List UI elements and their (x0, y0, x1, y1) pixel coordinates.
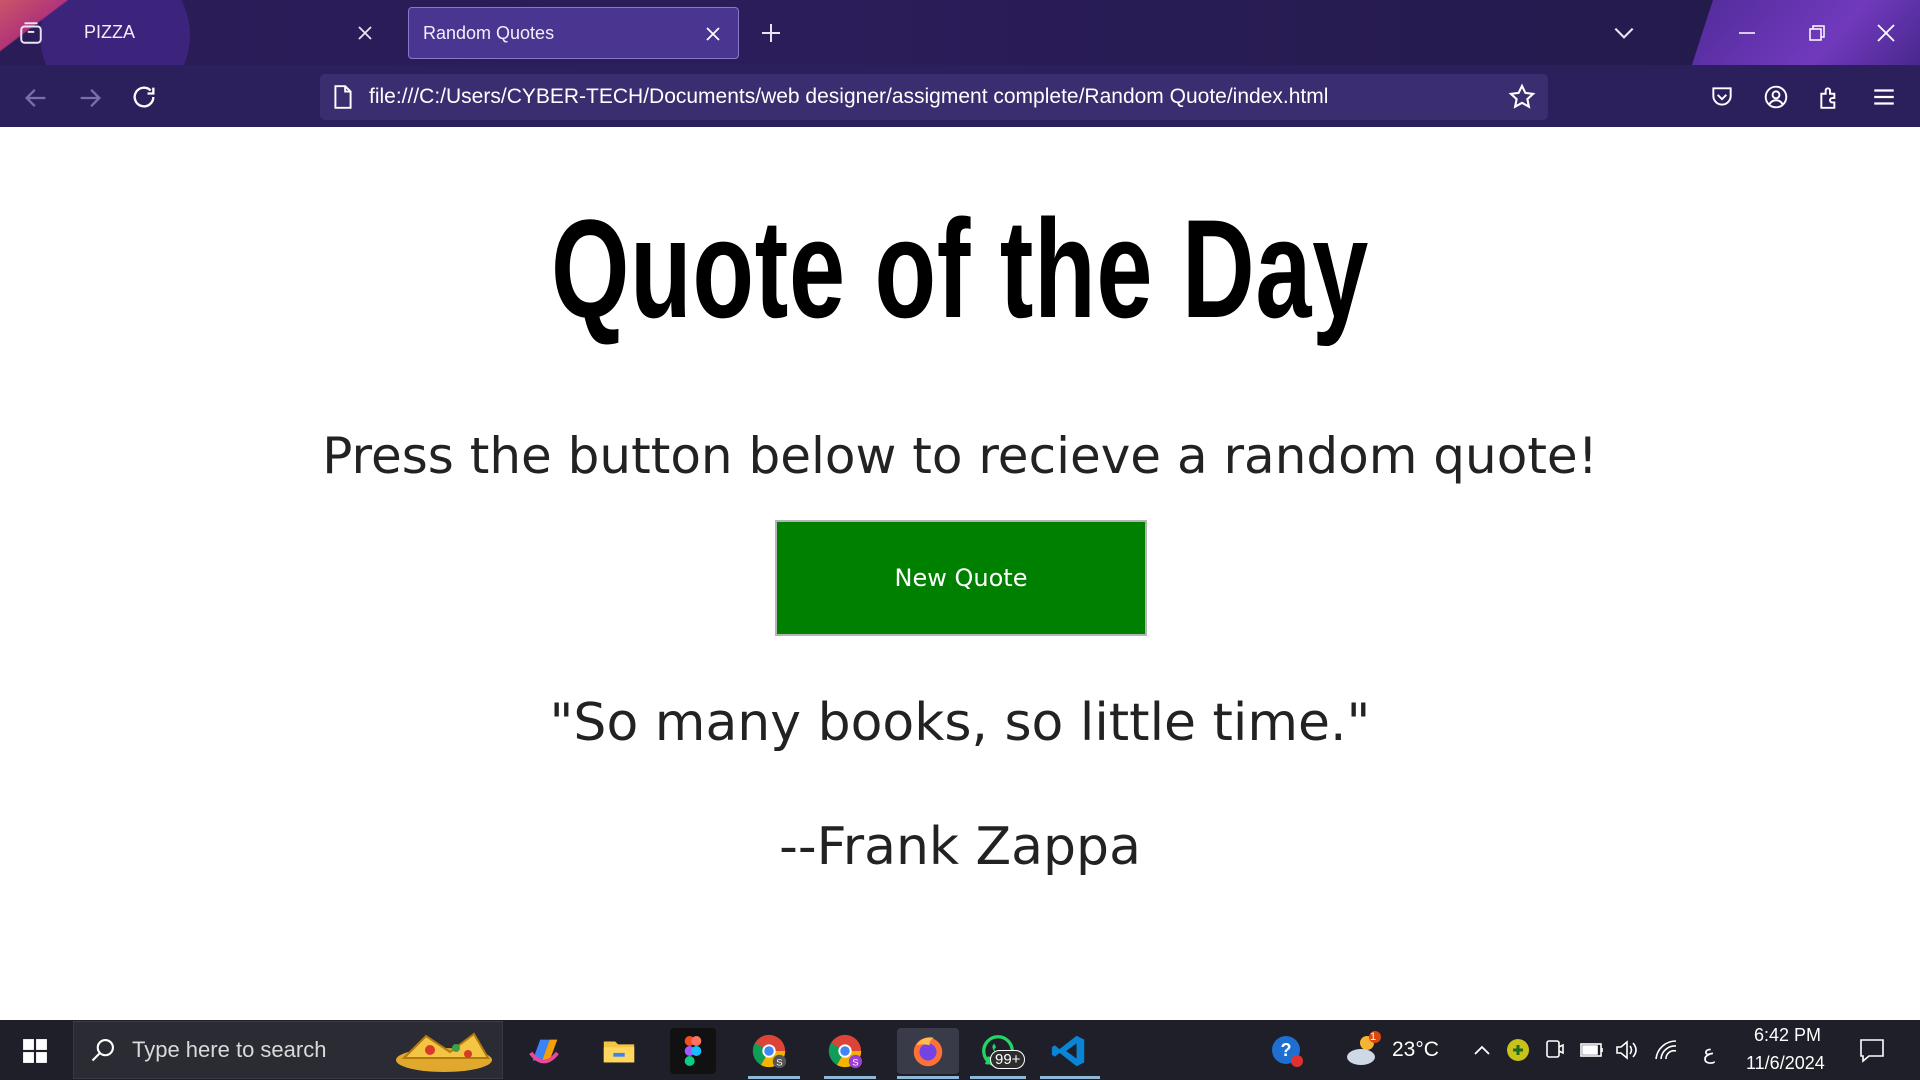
page-content: Quote of the Day Press the button below … (0, 127, 1920, 1020)
svg-text:S: S (776, 1057, 782, 1068)
restore-icon[interactable] (1806, 22, 1828, 44)
pocket-icon[interactable] (1709, 84, 1735, 110)
weather-icon[interactable] (1343, 1031, 1383, 1069)
figma-icon[interactable] (670, 1028, 716, 1074)
instruction-text: Press the button below to recieve a rand… (322, 427, 1598, 485)
tab-label: PIZZA (84, 22, 136, 42)
url-text[interactable]: file:///C:/Users/CYBER-TECH/Documents/we… (369, 85, 1328, 109)
network-status-icon[interactable] (1505, 1037, 1531, 1063)
chevron-down-icon[interactable] (1611, 20, 1637, 46)
extensions-icon[interactable] (1817, 83, 1843, 111)
forward-arrow-icon[interactable] (76, 84, 104, 112)
svg-text:S: S (852, 1057, 858, 1068)
tab-random-quotes[interactable]: Random Quotes (408, 7, 739, 59)
menu-icon[interactable] (1871, 84, 1897, 110)
quote-author: --Frank Zappa (779, 817, 1141, 877)
firefox-icon[interactable] (897, 1028, 959, 1074)
new-quote-button[interactable]: New Quote (775, 520, 1147, 636)
app-running-indicator (897, 1076, 959, 1079)
volume-icon[interactable] (1614, 1038, 1640, 1062)
search-icon (89, 1036, 117, 1064)
battery-icon[interactable] (1579, 1040, 1605, 1060)
minimize-icon[interactable] (1736, 22, 1758, 44)
windows-start-icon[interactable] (22, 1038, 48, 1064)
search-placeholder: Type here to search (132, 1037, 327, 1062)
page-title: Quote of the Day (551, 190, 1369, 347)
close-icon[interactable] (704, 25, 722, 43)
app-running-indicator (1040, 1076, 1100, 1079)
notifications-icon[interactable] (1858, 1036, 1886, 1064)
clock-date[interactable]: 11/6/2024 (1746, 1053, 1825, 1074)
help-icon[interactable]: ? (1269, 1033, 1305, 1069)
vscode-icon[interactable] (1046, 1028, 1092, 1074)
app-running-indicator (824, 1076, 876, 1079)
chrome-icon[interactable]: S (746, 1028, 792, 1074)
temperature: 23°C (1392, 1038, 1439, 1061)
tab-label: Random Quotes (423, 23, 555, 43)
close-window-icon[interactable] (1874, 21, 1898, 45)
weather-alert-count: 1 (1370, 1031, 1377, 1043)
account-icon[interactable] (1763, 84, 1789, 110)
reload-icon[interactable] (130, 83, 158, 111)
language-indicator[interactable]: ع (1703, 1040, 1715, 1065)
tab-pizza[interactable]: PIZZA (70, 7, 390, 59)
svg-text:?: ? (1281, 1040, 1292, 1060)
notification-badge: 99+ (990, 1050, 1026, 1069)
copilot-icon[interactable] (521, 1028, 567, 1074)
chrome-profile-icon[interactable]: S (822, 1028, 868, 1074)
clock-time[interactable]: 6:42 PM (1754, 1025, 1821, 1046)
camera-icon[interactable] (1543, 1038, 1567, 1062)
search-highlight-icon (390, 1022, 498, 1078)
quote-text: "So many books, so little time." (549, 693, 1371, 753)
back-arrow-icon[interactable] (22, 84, 50, 112)
tab-overview-icon[interactable] (18, 20, 44, 46)
app-running-indicator (970, 1076, 1026, 1079)
file-explorer-icon[interactable] (596, 1028, 642, 1074)
close-icon[interactable] (356, 24, 374, 42)
chevron-up-icon[interactable] (1471, 1040, 1493, 1062)
app-running-indicator (748, 1076, 800, 1079)
page-icon (332, 84, 354, 110)
wifi-icon[interactable] (1653, 1038, 1679, 1062)
new-tab-icon[interactable] (759, 21, 783, 45)
bookmark-star-icon[interactable] (1508, 83, 1536, 111)
